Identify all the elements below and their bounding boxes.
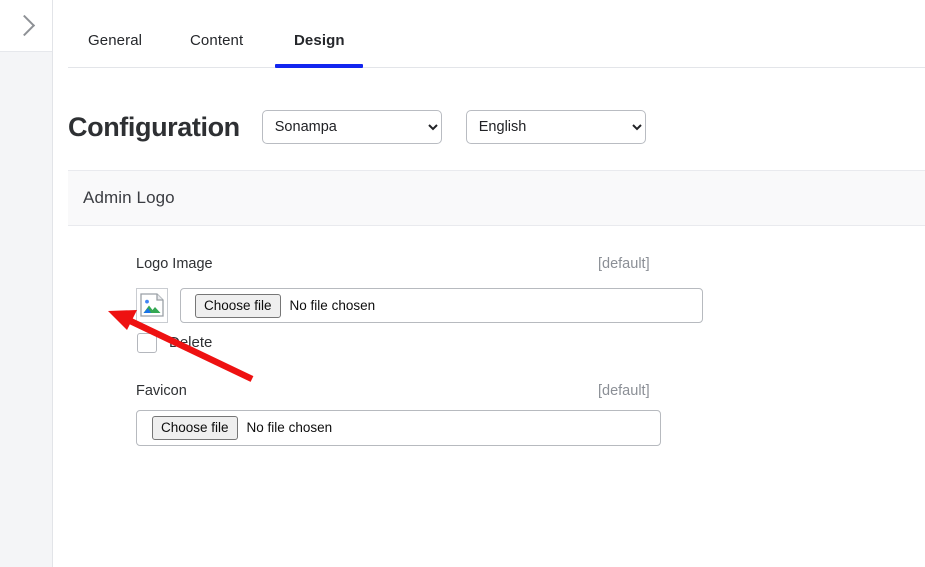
tab-bar: General Content Design	[53, 0, 925, 68]
logo-image-scope: [default]	[598, 256, 650, 272]
section-header-admin-logo[interactable]: Admin Logo	[68, 170, 925, 226]
page-title: Configuration	[68, 112, 240, 142]
favicon-label: Favicon	[136, 383, 187, 399]
store-select[interactable]: Sonampa	[261, 110, 442, 144]
favicon-file-input[interactable]: Choose file No file chosen	[136, 410, 661, 446]
logo-delete-checkbox[interactable]	[137, 333, 157, 353]
chevron-right-icon	[13, 14, 35, 37]
logo-delete-label: Delete	[169, 334, 213, 351]
logo-choose-file-button[interactable]: Choose file	[195, 293, 281, 318]
broken-image-icon	[140, 293, 164, 317]
favicon-choose-file-button[interactable]: Choose file	[152, 416, 238, 440]
app-root: General Content Design Configuration Son…	[0, 0, 925, 567]
tab-general[interactable]: General	[88, 30, 142, 74]
active-tab-indicator	[275, 64, 363, 68]
favicon-file-status: No file chosen	[246, 420, 333, 435]
page-header-row: Configuration Sonampa English	[68, 107, 646, 147]
logo-delete-row: Delete	[137, 333, 212, 353]
logo-image-thumbnail	[136, 288, 168, 323]
language-select[interactable]: English	[465, 110, 646, 144]
logo-image-label: Logo Image	[136, 256, 213, 272]
left-sidebar	[0, 0, 53, 567]
tab-content[interactable]: Content	[190, 30, 243, 74]
favicon-scope: [default]	[598, 383, 650, 399]
main-content: General Content Design Configuration Son…	[53, 0, 925, 567]
sidebar-expand-button[interactable]	[0, 0, 52, 52]
section-title: Admin Logo	[83, 188, 175, 207]
logo-image-file-input[interactable]: Choose file No file chosen	[180, 288, 703, 323]
logo-file-status: No file chosen	[289, 297, 376, 313]
